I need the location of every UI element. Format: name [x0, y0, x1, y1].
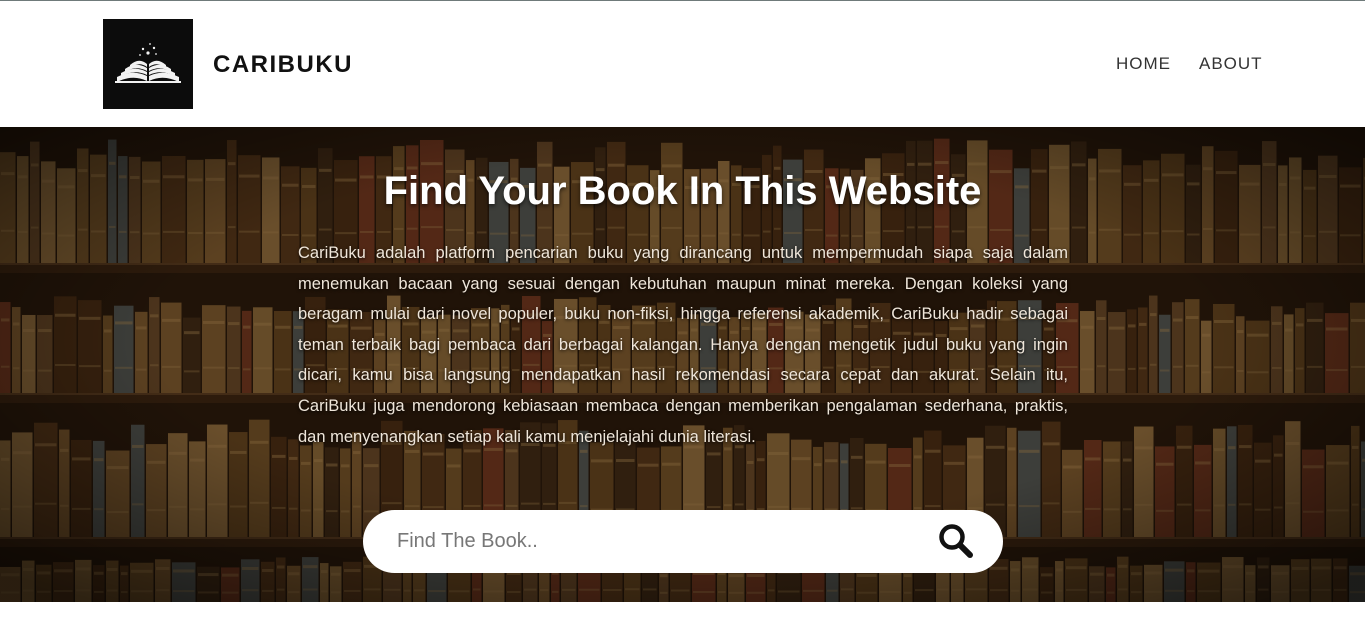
hero-title: Find Your Book In This Website: [383, 169, 982, 213]
hero-description: CariBuku adalah platform pencarian buku …: [298, 244, 1068, 446]
site-header: CARIBUKU HOME ABOUT: [0, 1, 1365, 127]
site-logo[interactable]: [103, 19, 193, 109]
hero-section: Find Your Book In This Website CariBuku …: [0, 127, 1365, 602]
brand-name[interactable]: CARIBUKU: [213, 51, 353, 79]
search-input[interactable]: [397, 524, 917, 558]
search-bar: [363, 510, 1003, 573]
search-icon[interactable]: [937, 523, 977, 559]
nav-about[interactable]: ABOUT: [1199, 54, 1263, 74]
nav-home[interactable]: HOME: [1116, 54, 1171, 74]
